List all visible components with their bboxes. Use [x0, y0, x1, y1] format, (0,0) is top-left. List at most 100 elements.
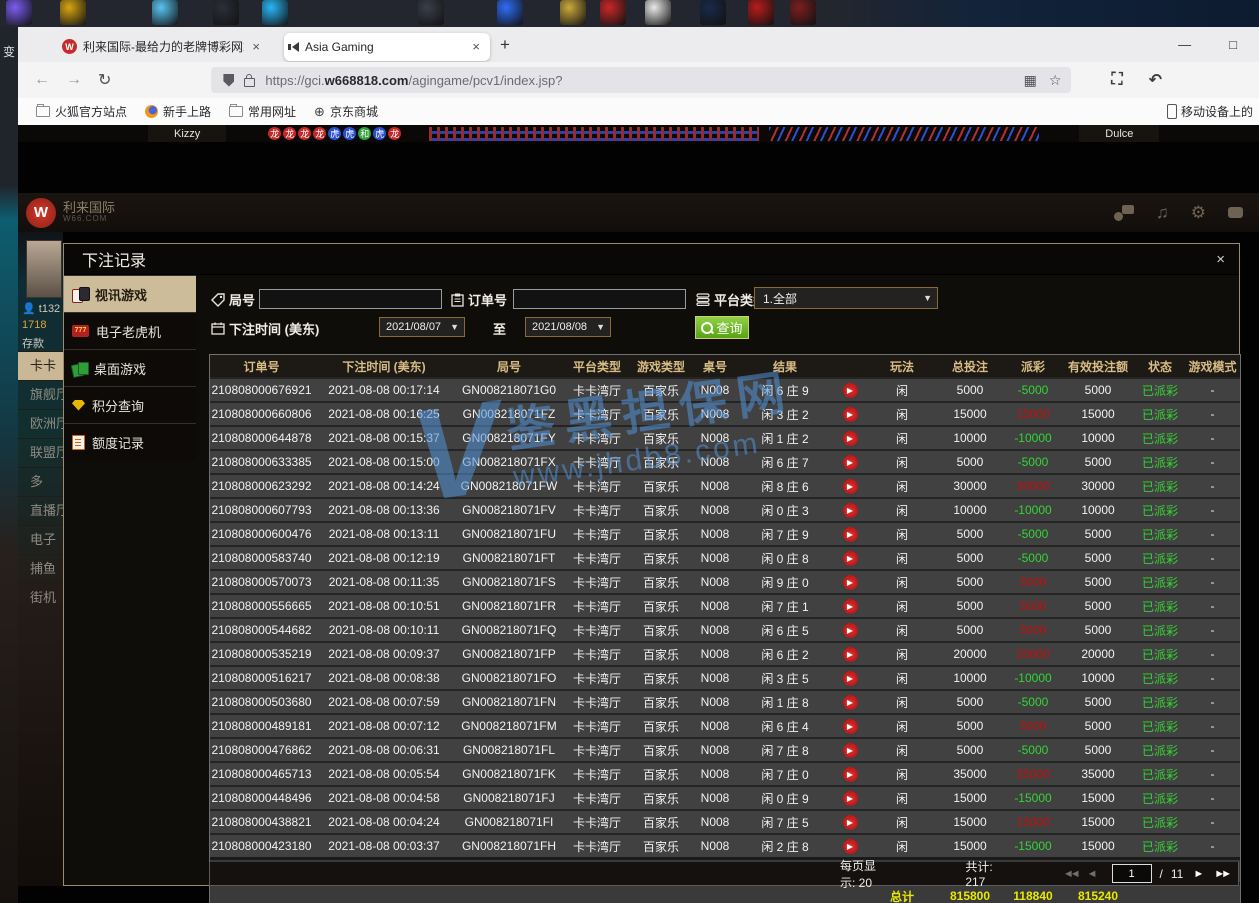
prev-page-button[interactable]: ◄	[1087, 868, 1098, 880]
lobby-menu-item[interactable]: 联盟厅	[18, 438, 63, 467]
taskbar-app-icon[interactable]	[790, 0, 816, 25]
taskbar-app-icon[interactable]	[262, 0, 288, 25]
bookmark-item[interactable]: 常用网址	[229, 103, 296, 120]
order-number-input[interactable]	[513, 289, 686, 309]
menu-item-domino[interactable]: 桌面游戏	[64, 349, 196, 386]
cell-game: 百家乐	[631, 406, 691, 423]
bookmarks-mobile[interactable]: 移动设备上的	[1167, 103, 1259, 120]
tab-close-icon[interactable]: ×	[470, 39, 482, 54]
next-page-button[interactable]: ►	[1193, 868, 1204, 880]
replay-button[interactable]: ▶	[843, 575, 858, 590]
table-row: 2108080005162172021-08-08 00:08:38GN0082…	[210, 665, 1240, 689]
lobby-menu-item[interactable]: 多	[18, 467, 63, 496]
reload-button[interactable]: ↻	[98, 70, 111, 90]
lobby-menu-item[interactable]: 街机	[18, 583, 63, 612]
menu-item-slot[interactable]: 777电子老虎机	[64, 312, 196, 349]
tab-asia-gaming[interactable]: Asia Gaming ×	[284, 33, 490, 61]
replay-button[interactable]: ▶	[843, 791, 858, 806]
maximize-button[interactable]: □	[1229, 37, 1237, 52]
taskbar-app-icon[interactable]	[645, 0, 671, 25]
shield-icon[interactable]	[223, 74, 234, 87]
taskbar-app-icon[interactable]	[748, 0, 774, 25]
cell-table: N008	[691, 407, 739, 421]
replay-button[interactable]: ▶	[843, 503, 858, 518]
cell-play: ▶	[831, 478, 869, 494]
lobby-menu-item[interactable]: 捕鱼	[18, 554, 63, 583]
bookmark-item[interactable]: 火狐官方站点	[36, 103, 127, 120]
replay-button[interactable]: ▶	[843, 671, 858, 686]
replay-button[interactable]: ▶	[843, 767, 858, 782]
gear-icon[interactable]: ⚙	[1191, 203, 1206, 223]
replay-button[interactable]: ▶	[843, 551, 858, 566]
replay-button[interactable]: ▶	[843, 431, 858, 446]
lobby-menu-item[interactable]: 直播厅	[18, 496, 63, 525]
taskbar-app-icon[interactable]	[497, 0, 523, 25]
search-button[interactable]: 查询	[695, 316, 749, 339]
menu-item-label: 额度记录	[92, 433, 144, 452]
replay-button[interactable]: ▶	[843, 719, 858, 734]
taskbar-app-icon[interactable]	[418, 0, 444, 25]
taskbar-app-icon[interactable]	[152, 0, 178, 25]
taskbar-app-icon[interactable]	[560, 0, 586, 25]
taskbar-app-icon[interactable]	[213, 0, 239, 25]
speaker-icon	[292, 42, 299, 52]
site-logo-icon[interactable]: W	[26, 198, 56, 228]
replay-button[interactable]: ▶	[843, 623, 858, 638]
lobby-menu-item[interactable]: 电子	[18, 525, 63, 554]
minimize-button[interactable]: —	[1178, 37, 1191, 52]
lobby-menu-item[interactable]: 欧洲厅	[18, 409, 63, 438]
screenshot-icon[interactable]: ⛶	[1111, 71, 1122, 89]
music-icon[interactable]: ♫	[1156, 203, 1169, 223]
replay-button[interactable]: ▶	[843, 599, 858, 614]
replay-button[interactable]: ▶	[843, 455, 858, 470]
date-from-select[interactable]: 2021/08/07▼	[379, 317, 465, 337]
customer-service-icon[interactable]	[1114, 205, 1134, 221]
taskbar-app-icon[interactable]	[60, 0, 86, 25]
platform-type-select[interactable]: 1.全部▼	[754, 287, 938, 309]
last-page-button[interactable]: ►►	[1214, 868, 1228, 880]
tab-lilai[interactable]: W 利来国际-最给力的老牌博彩网站 ×	[54, 33, 270, 61]
cell-valid: 5000	[1061, 623, 1135, 637]
replay-button[interactable]: ▶	[843, 839, 858, 854]
replay-button[interactable]: ▶	[843, 479, 858, 494]
cell-game: 百家乐	[631, 790, 691, 807]
new-tab-button[interactable]: +	[500, 35, 510, 55]
tab-close-icon[interactable]: ×	[250, 39, 262, 54]
date-to-select[interactable]: 2021/08/08▼	[525, 317, 611, 337]
menu-item-cards[interactable]: 视讯游戏	[64, 275, 196, 312]
menu-item-doc[interactable]: 额度记录	[64, 423, 196, 460]
page-number-input[interactable]	[1112, 864, 1152, 883]
deposit-link[interactable]: 存款	[22, 335, 63, 351]
lobby-menu-item[interactable]: 卡卡	[18, 351, 63, 380]
taskbar-app-icon[interactable]	[6, 0, 32, 25]
replay-button[interactable]: ▶	[843, 527, 858, 542]
undo-arrow-icon[interactable]: ↶	[1149, 70, 1162, 90]
gem-icon	[72, 400, 85, 411]
lock-icon[interactable]	[244, 78, 255, 87]
column-header: 桌号	[691, 358, 739, 375]
back-button[interactable]: ←	[34, 71, 50, 89]
lobby-menu-item[interactable]: 旗舰厅	[18, 380, 63, 409]
url-field[interactable]: https://gci.w668818.com/agingame/pcv1/in…	[211, 67, 1071, 93]
replay-button[interactable]: ▶	[843, 743, 858, 758]
replay-button[interactable]: ▶	[843, 695, 858, 710]
replay-button[interactable]: ▶	[843, 383, 858, 398]
qr-code-icon[interactable]: ▦	[1024, 72, 1037, 89]
bookmark-item[interactable]: 新手上路	[145, 103, 211, 120]
chat-icon[interactable]	[1228, 207, 1243, 218]
bookmark-item[interactable]: ⊕京东商城	[314, 103, 378, 120]
cell-game: 百家乐	[631, 454, 691, 471]
replay-button[interactable]: ▶	[843, 815, 858, 830]
forward-button[interactable]: →	[66, 71, 82, 89]
close-icon[interactable]: ×	[1216, 251, 1225, 268]
taskbar-app-icon[interactable]	[700, 0, 726, 25]
round-number-input[interactable]	[259, 289, 442, 309]
replay-button[interactable]: ▶	[843, 647, 858, 662]
taskbar-app-icon[interactable]	[600, 0, 626, 25]
cell-play: ▶	[831, 550, 869, 566]
menu-item-gem[interactable]: 积分查询	[64, 386, 196, 423]
replay-button[interactable]: ▶	[843, 407, 858, 422]
cell-table: N008	[691, 575, 739, 589]
first-page-button[interactable]: ◄◄	[1063, 868, 1077, 880]
bookmark-star-icon[interactable]: ☆	[1049, 72, 1062, 89]
